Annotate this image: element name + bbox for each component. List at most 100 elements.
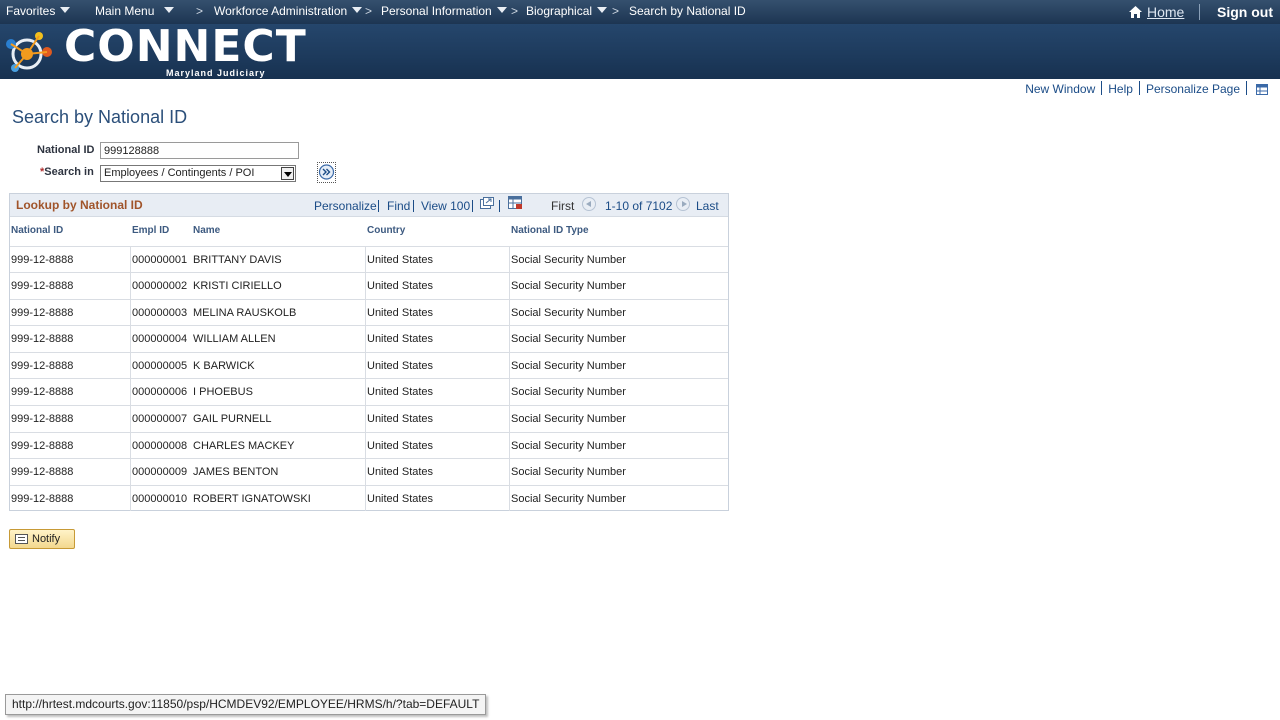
cell-national-id-type: Social Security Number: [511, 333, 626, 345]
grid-title: Lookup by National ID: [16, 198, 143, 212]
cell-national-id: 999-12-8888: [11, 333, 74, 345]
divider: [472, 200, 473, 212]
cell-country: United States: [367, 466, 434, 478]
divider: [1246, 81, 1247, 95]
grid-header-bar: Lookup by National ID Personalize Find V…: [10, 194, 728, 217]
cell-country: United States: [367, 440, 434, 452]
lookup-grid: Lookup by National ID Personalize Find V…: [9, 193, 729, 511]
search-in-value: Employees / Contingents / POI: [104, 167, 255, 179]
cell-national-id-type: Social Security Number: [511, 307, 626, 319]
cell-name: GAIL PURNELL: [193, 413, 272, 425]
table-row: 999-12-8888 000000001 BRITTANY DAVIS United…: [10, 246, 728, 272]
page-grid-icon[interactable]: [1256, 84, 1268, 98]
next-page-icon[interactable]: [676, 197, 690, 211]
nav-biographical[interactable]: Biographical: [526, 0, 608, 24]
zoom-grid-icon[interactable]: [480, 197, 494, 209]
grid-row-range: 1-10 of 7102: [605, 199, 673, 213]
search-in-select[interactable]: Employees / Contingents / POI: [100, 165, 296, 182]
nav-main-menu-label: Main Menu: [95, 4, 155, 18]
sign-out-link[interactable]: Sign out: [1217, 0, 1273, 24]
cell-national-id-type: Social Security Number: [511, 360, 626, 372]
nav-personal-information-label: Personal Information: [381, 4, 492, 18]
table-row: 999-12-8888 000000007 GAIL PURNELL United S…: [10, 405, 728, 431]
divider: [1101, 81, 1103, 95]
breadcrumb-separator: >: [365, 4, 373, 18]
national-id-label: National ID: [37, 144, 95, 156]
cell-national-id: 999-12-8888: [11, 440, 74, 452]
cell-country: United States: [367, 386, 434, 398]
notify-icon: [15, 534, 28, 544]
cell-name: MELINA RAUSKOLB: [193, 307, 297, 319]
nav-favorites-label: Favorites: [6, 4, 56, 18]
cell-empl-id: 000000008: [132, 440, 188, 452]
home-link[interactable]: Home: [1128, 0, 1184, 24]
cell-national-id-type: Social Security Number: [511, 493, 626, 505]
cell-empl-id: 000000003: [132, 307, 188, 319]
double-chevron-right-icon: [318, 164, 335, 180]
download-to-excel-icon[interactable]: [508, 196, 523, 209]
nav-favorites[interactable]: Favorites: [6, 0, 71, 24]
cell-name: K BARWICK: [193, 360, 255, 372]
breadcrumb-separator: >: [612, 4, 620, 18]
dropdown-arrow-icon[interactable]: [281, 167, 294, 180]
notify-button[interactable]: Notify: [9, 529, 75, 549]
home-icon: [1129, 6, 1142, 18]
nav-current-page: Search by National ID: [629, 4, 746, 18]
search-go-button[interactable]: [317, 162, 336, 183]
cell-name: BRITTANY DAVIS: [193, 254, 282, 266]
cell-country: United States: [367, 493, 434, 505]
header-banner: CONNECT Maryland Judiciary: [0, 21, 1280, 79]
cell-national-id-type: Social Security Number: [511, 440, 626, 452]
cell-country: United States: [367, 254, 434, 266]
cell-empl-id: 000000001: [132, 254, 188, 266]
cell-national-id: 999-12-8888: [11, 386, 74, 398]
cell-name: WILLIAM ALLEN: [193, 333, 276, 345]
chevron-down-icon: [164, 7, 175, 14]
cell-national-id: 999-12-8888: [11, 254, 74, 266]
column-header-empl-id[interactable]: Empl ID: [132, 218, 169, 246]
notify-label: Notify: [32, 533, 61, 545]
breadcrumb-separator: >: [511, 4, 519, 18]
column-header-name[interactable]: Name: [193, 218, 220, 246]
cell-national-id-type: Social Security Number: [511, 413, 626, 425]
column-header-national-id-type[interactable]: National ID Type: [511, 218, 589, 246]
cell-national-id: 999-12-8888: [11, 307, 74, 319]
nav-personal-information[interactable]: Personal Information: [381, 0, 507, 24]
grid-view-all-link[interactable]: View 100: [421, 199, 470, 213]
table-row: 999-12-8888 000000004 WILLIAM ALLEN United …: [10, 325, 728, 351]
help-link[interactable]: Help: [1108, 82, 1133, 96]
national-id-input[interactable]: [100, 142, 299, 159]
table-row: 999-12-8888 000000005 K BARWICK United Stat…: [10, 352, 728, 378]
cell-name: KRISTI CIRIELLO: [193, 280, 282, 292]
divider: [413, 200, 414, 212]
divider: [499, 200, 500, 212]
grid-last-link[interactable]: Last: [696, 199, 719, 213]
grid-find-link[interactable]: Find: [387, 199, 410, 213]
column-header-country[interactable]: Country: [367, 218, 405, 246]
cell-empl-id: 000000004: [132, 333, 188, 345]
cell-empl-id: 000000007: [132, 413, 188, 425]
previous-page-icon[interactable]: [582, 197, 596, 211]
cell-national-id: 999-12-8888: [11, 280, 74, 292]
chevron-down-icon: [496, 7, 507, 14]
nav-workforce-administration-label: Workforce Administration: [214, 4, 348, 18]
page-title: Search by National ID: [12, 107, 188, 127]
cell-name: JAMES BENTON: [193, 466, 279, 478]
column-header-national-id[interactable]: National ID: [11, 218, 63, 246]
personalize-page-link[interactable]: Personalize Page: [1146, 82, 1240, 96]
chevron-down-icon: [352, 7, 363, 14]
connect-logo-icon: [6, 32, 52, 72]
cell-empl-id: 000000010: [132, 493, 188, 505]
cell-name: I PHOEBUS: [193, 386, 253, 398]
new-window-link[interactable]: New Window: [1025, 82, 1095, 96]
table-row: 999-12-8888 000000003 MELINA RAUSKOLB Unite…: [10, 299, 728, 325]
nav-biographical-label: Biographical: [526, 4, 593, 18]
table-row: 999-12-8888 000000010 ROBERT IGNATOWSKI Uni…: [10, 485, 728, 511]
chevron-down-icon: [60, 7, 71, 14]
grid-personalize-link[interactable]: Personalize: [314, 199, 377, 213]
cell-national-id-type: Social Security Number: [511, 466, 626, 478]
table-row: 999-12-8888 000000008 CHARLES MACKEY United…: [10, 432, 728, 458]
divider: [1199, 4, 1200, 20]
table-row: 999-12-8888 000000002 KRISTI CIRIELLO Unite…: [10, 272, 728, 298]
home-link-label: Home: [1147, 4, 1185, 20]
